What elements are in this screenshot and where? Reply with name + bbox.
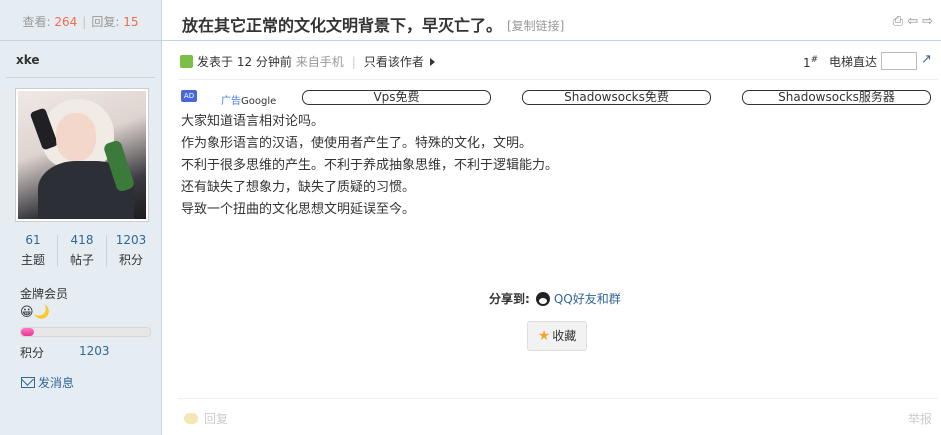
prev-thread-icon[interactable]: ⇦ — [907, 14, 922, 29]
envelope-icon — [21, 377, 35, 388]
ad-link-2[interactable]: Shadowsocks免费 — [522, 90, 711, 105]
reply-button[interactable]: 回复 — [184, 410, 228, 427]
star-icon: ★ — [537, 328, 551, 344]
thread-title-bar: 放在其它正常的文化文明背景下，早灭亡了。 [复制链接] ⎙⇦⇨ — [162, 0, 941, 41]
footer-divider — [178, 398, 938, 399]
share-label: 分享到: — [489, 292, 530, 306]
posted-from: 来自手机 — [295, 55, 344, 69]
share-row: 分享到: QQ好友和群 — [489, 290, 621, 307]
user-online-icon — [180, 55, 193, 68]
posted-time: 12 分钟前 — [236, 55, 292, 69]
only-author-link[interactable]: 只看该作者 — [364, 55, 424, 69]
sidebar-divider — [6, 77, 155, 78]
count-topics[interactable]: 61 主题 — [9, 233, 57, 268]
stats-divider: | — [82, 15, 87, 29]
replies-count: 15 — [123, 15, 139, 29]
elevator-input[interactable] — [881, 52, 917, 70]
share-qq-link[interactable]: QQ好友和群 — [554, 292, 621, 306]
reply-icon — [184, 413, 198, 424]
level-progress-bar — [20, 327, 151, 337]
qq-icon — [535, 292, 550, 306]
avatar-image — [18, 91, 146, 219]
ad-link-3[interactable]: Shadowsocks服务器 — [742, 90, 931, 105]
next-thread-icon[interactable]: ⇨ — [922, 14, 937, 29]
author-name[interactable]: xke — [16, 53, 40, 67]
posted-prefix: 发表于 — [197, 55, 234, 69]
avatar[interactable] — [15, 88, 149, 222]
meta-divider — [178, 79, 938, 80]
content-line: 导致一个扭曲的文化思想文明延误至今。 — [181, 202, 416, 217]
content-line: 作为象形语言的汉语，使使用者产生了。特殊的文化，文明。 — [181, 136, 533, 151]
ad-label: 广告Google — [221, 96, 277, 107]
ad-link-1[interactable]: Vps免费 — [302, 90, 491, 105]
page-title: 放在其它正常的文化文明背景下，早灭亡了。 — [182, 16, 503, 35]
caret-right-icon — [429, 58, 435, 66]
count-score[interactable]: 1203 积分 — [107, 233, 155, 268]
author-sidebar: 查看: 264 | 回复: 15 xke 61 主题 418 帖子 1203 积分 … — [0, 0, 162, 435]
author-counts: 61 主题 418 帖子 1203 积分 — [9, 233, 154, 269]
level-progress-fill — [21, 328, 34, 336]
count-posts[interactable]: 418 帖子 — [58, 233, 106, 268]
score-value: 1203 — [79, 344, 110, 358]
favorite-button[interactable]: ★ 收藏 — [527, 321, 587, 351]
ad-badge-icon: AD — [181, 90, 197, 102]
content-line: 还有缺失了想象力，缺失了质疑的习惯。 — [181, 180, 416, 195]
post-content: 大家知道语言相对论吗。 作为象形语言的汉语，使使用者产生了。特殊的文化，文明。 … — [181, 111, 558, 221]
send-message-link[interactable]: 发消息 — [21, 374, 74, 391]
elevator-label: 电梯直达 — [829, 55, 878, 69]
views-label: 查看: — [22, 15, 51, 29]
post-meta: 发表于 12 分钟前 来自手机 | 只看该作者 — [180, 53, 435, 70]
member-level[interactable]: 金牌会员 — [20, 285, 68, 302]
elevator-go-icon[interactable]: ↗ — [921, 52, 932, 67]
content-line: 大家知道语言相对论吗。 — [181, 114, 325, 129]
floor-number: 1# — [803, 55, 819, 70]
thread-stats: 查看: 264 | 回复: 15 — [0, 0, 161, 41]
replies-label: 回复: — [91, 15, 120, 29]
score-label: 积分 — [20, 346, 45, 360]
report-link[interactable]: 举报 — [908, 410, 932, 427]
content-line: 不利于很多思维的产生。不利于养成抽象思维，不利于逻辑能力。 — [181, 158, 559, 173]
level-icon: 😀🌙 — [20, 305, 50, 320]
views-count: 264 — [54, 15, 78, 29]
copy-link-button[interactable]: [复制链接] — [507, 17, 564, 34]
print-icon[interactable]: ⎙ — [893, 14, 907, 29]
